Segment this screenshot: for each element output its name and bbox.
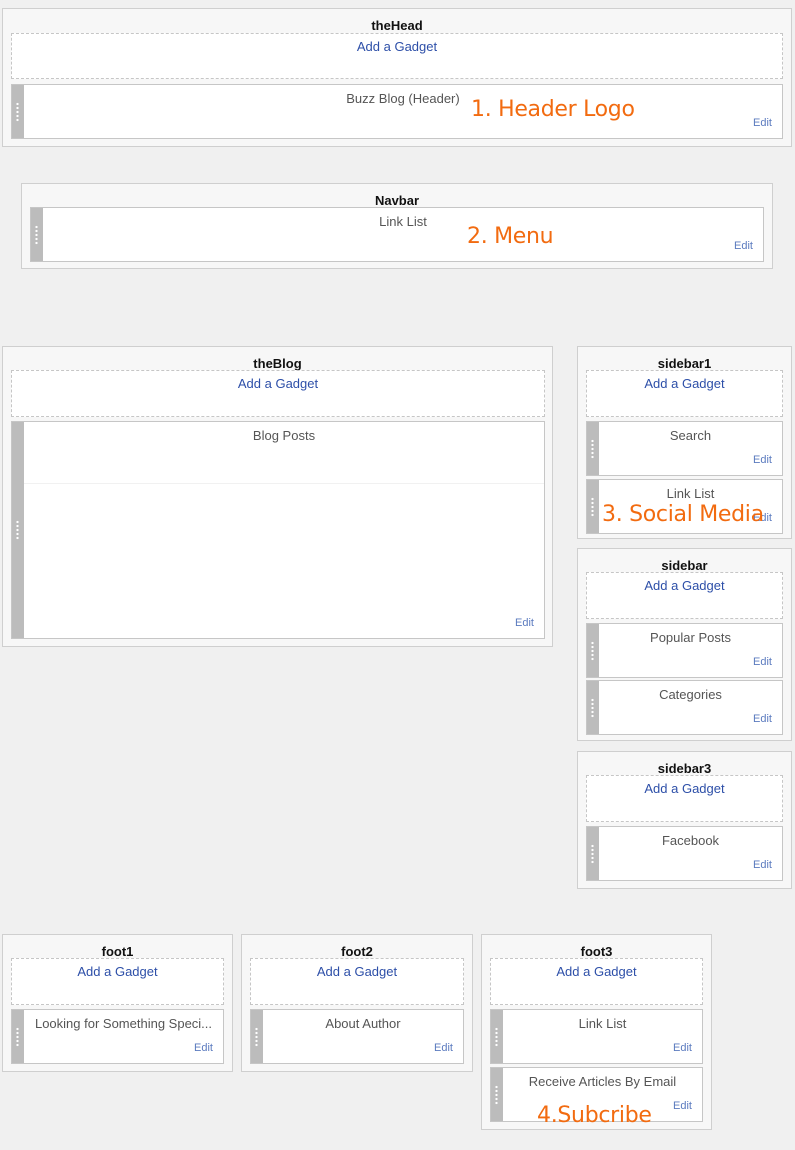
- edit-link[interactable]: Edit: [753, 859, 772, 871]
- drag-handle[interactable]: [587, 422, 599, 475]
- edit-link[interactable]: Edit: [753, 454, 772, 466]
- grip-icon: [35, 224, 38, 245]
- drag-handle[interactable]: [251, 1010, 263, 1063]
- edit-link[interactable]: Edit: [434, 1042, 453, 1054]
- grip-icon: [591, 843, 594, 864]
- section-foot3: foot3 Add a Gadget Link List Edit Receiv…: [481, 934, 712, 1130]
- grip-icon: [255, 1026, 258, 1047]
- drag-handle[interactable]: [587, 480, 599, 533]
- grip-icon: [495, 1084, 498, 1105]
- add-gadget-area: Add a Gadget: [250, 958, 464, 1005]
- divider: [24, 483, 544, 484]
- add-gadget-link[interactable]: Add a Gadget: [587, 776, 782, 796]
- section-foot2: foot2 Add a Gadget About Author Edit: [241, 934, 473, 1072]
- add-gadget-link[interactable]: Add a Gadget: [12, 371, 544, 391]
- widget-search-box[interactable]: Looking for Something Speci... Edit: [11, 1009, 224, 1064]
- section-sidebar3: sidebar3 Add a Gadget Facebook Edit: [577, 751, 792, 889]
- add-gadget-link[interactable]: Add a Gadget: [12, 959, 223, 979]
- section-title: theHead: [371, 18, 423, 33]
- section-title: foot1: [101, 944, 134, 959]
- section-title: theBlog: [253, 356, 302, 371]
- section-title: sidebar3: [657, 761, 712, 776]
- section-navbar: Navbar Link List Edit: [21, 183, 773, 269]
- grip-icon: [591, 496, 594, 517]
- widget-blog-posts[interactable]: Blog Posts Edit: [11, 421, 545, 639]
- drag-handle[interactable]: [587, 681, 599, 734]
- add-gadget-link[interactable]: Add a Gadget: [491, 959, 702, 979]
- add-gadget-link[interactable]: Add a Gadget: [251, 959, 463, 979]
- add-gadget-area: Add a Gadget: [11, 33, 783, 79]
- add-gadget-area: Add a Gadget: [11, 370, 545, 417]
- add-gadget-link[interactable]: Add a Gadget: [12, 34, 782, 54]
- drag-handle[interactable]: [491, 1010, 503, 1063]
- widget-title: Categories: [659, 687, 722, 702]
- widget-title: Buzz Blog (Header): [346, 91, 460, 106]
- widget-popular-posts[interactable]: Popular Posts Edit: [586, 623, 783, 678]
- grip-icon: [16, 520, 19, 540]
- annotation-header-logo: 1. Header Logo: [471, 97, 635, 122]
- grip-icon: [16, 1026, 19, 1047]
- widget-about-author[interactable]: About Author Edit: [250, 1009, 464, 1064]
- edit-link[interactable]: Edit: [734, 240, 753, 252]
- section-thehead: theHead Add a Gadget Buzz Blog (Header) …: [2, 8, 792, 147]
- widget-search[interactable]: Search Edit: [586, 421, 783, 476]
- grip-icon: [591, 640, 594, 661]
- widget-facebook[interactable]: Facebook Edit: [586, 826, 783, 881]
- widget-title: Receive Articles By Email: [528, 1074, 677, 1089]
- section-title: Navbar: [374, 193, 420, 208]
- section-title: sidebar: [661, 558, 708, 573]
- drag-handle[interactable]: [12, 85, 24, 138]
- drag-handle[interactable]: [587, 827, 599, 880]
- section-theblog: theBlog Add a Gadget Blog Posts Edit: [2, 346, 553, 647]
- widget-categories[interactable]: Categories Edit: [586, 680, 783, 735]
- add-gadget-link[interactable]: Add a Gadget: [587, 371, 782, 391]
- widget-linklist[interactable]: Link List Edit: [30, 207, 764, 262]
- add-gadget-area: Add a Gadget: [586, 572, 783, 619]
- drag-handle[interactable]: [587, 624, 599, 677]
- section-sidebar: sidebar Add a Gadget Popular Posts Edit …: [577, 548, 792, 741]
- grip-icon: [16, 101, 19, 122]
- widget-title: Link List: [379, 214, 427, 229]
- annotation-menu: 2. Menu: [467, 224, 554, 249]
- drag-handle[interactable]: [12, 422, 24, 638]
- drag-handle[interactable]: [31, 208, 43, 261]
- section-foot1: foot1 Add a Gadget Looking for Something…: [2, 934, 233, 1072]
- widget-title: Search: [669, 428, 712, 443]
- add-gadget-area: Add a Gadget: [11, 958, 224, 1005]
- widget-title: Link List: [666, 486, 715, 501]
- annotation-social-media: 3. Social Media: [602, 502, 764, 527]
- widget-title: About Author: [325, 1016, 401, 1031]
- add-gadget-area: Add a Gadget: [586, 775, 783, 822]
- add-gadget-area: Add a Gadget: [490, 958, 703, 1005]
- grip-icon: [495, 1026, 498, 1047]
- section-title: foot2: [341, 944, 373, 959]
- widget-title: Looking for Something Speci...: [34, 1016, 213, 1031]
- edit-link[interactable]: Edit: [515, 617, 534, 629]
- grip-icon: [591, 438, 594, 459]
- edit-link[interactable]: Edit: [753, 713, 772, 725]
- add-gadget-link[interactable]: Add a Gadget: [587, 573, 782, 593]
- drag-handle[interactable]: [491, 1068, 503, 1121]
- annotation-subscribe: 4.Subcribe: [537, 1103, 652, 1128]
- edit-link[interactable]: Edit: [673, 1100, 692, 1112]
- drag-handle[interactable]: [12, 1010, 24, 1063]
- edit-link[interactable]: Edit: [753, 656, 772, 668]
- widget-linklist[interactable]: Link List Edit: [490, 1009, 703, 1064]
- widget-title: Popular Posts: [650, 630, 731, 645]
- edit-link[interactable]: Edit: [673, 1042, 692, 1054]
- widget-title: Link List: [578, 1016, 627, 1031]
- add-gadget-area: Add a Gadget: [586, 370, 783, 417]
- widget-title: Facebook: [661, 833, 720, 848]
- edit-link[interactable]: Edit: [753, 117, 772, 129]
- section-title: sidebar1: [657, 356, 712, 371]
- section-title: foot3: [580, 944, 613, 959]
- edit-link[interactable]: Edit: [194, 1042, 213, 1054]
- grip-icon: [591, 697, 594, 718]
- widget-title: Blog Posts: [252, 428, 316, 443]
- widget-header[interactable]: Buzz Blog (Header) Edit: [11, 84, 783, 139]
